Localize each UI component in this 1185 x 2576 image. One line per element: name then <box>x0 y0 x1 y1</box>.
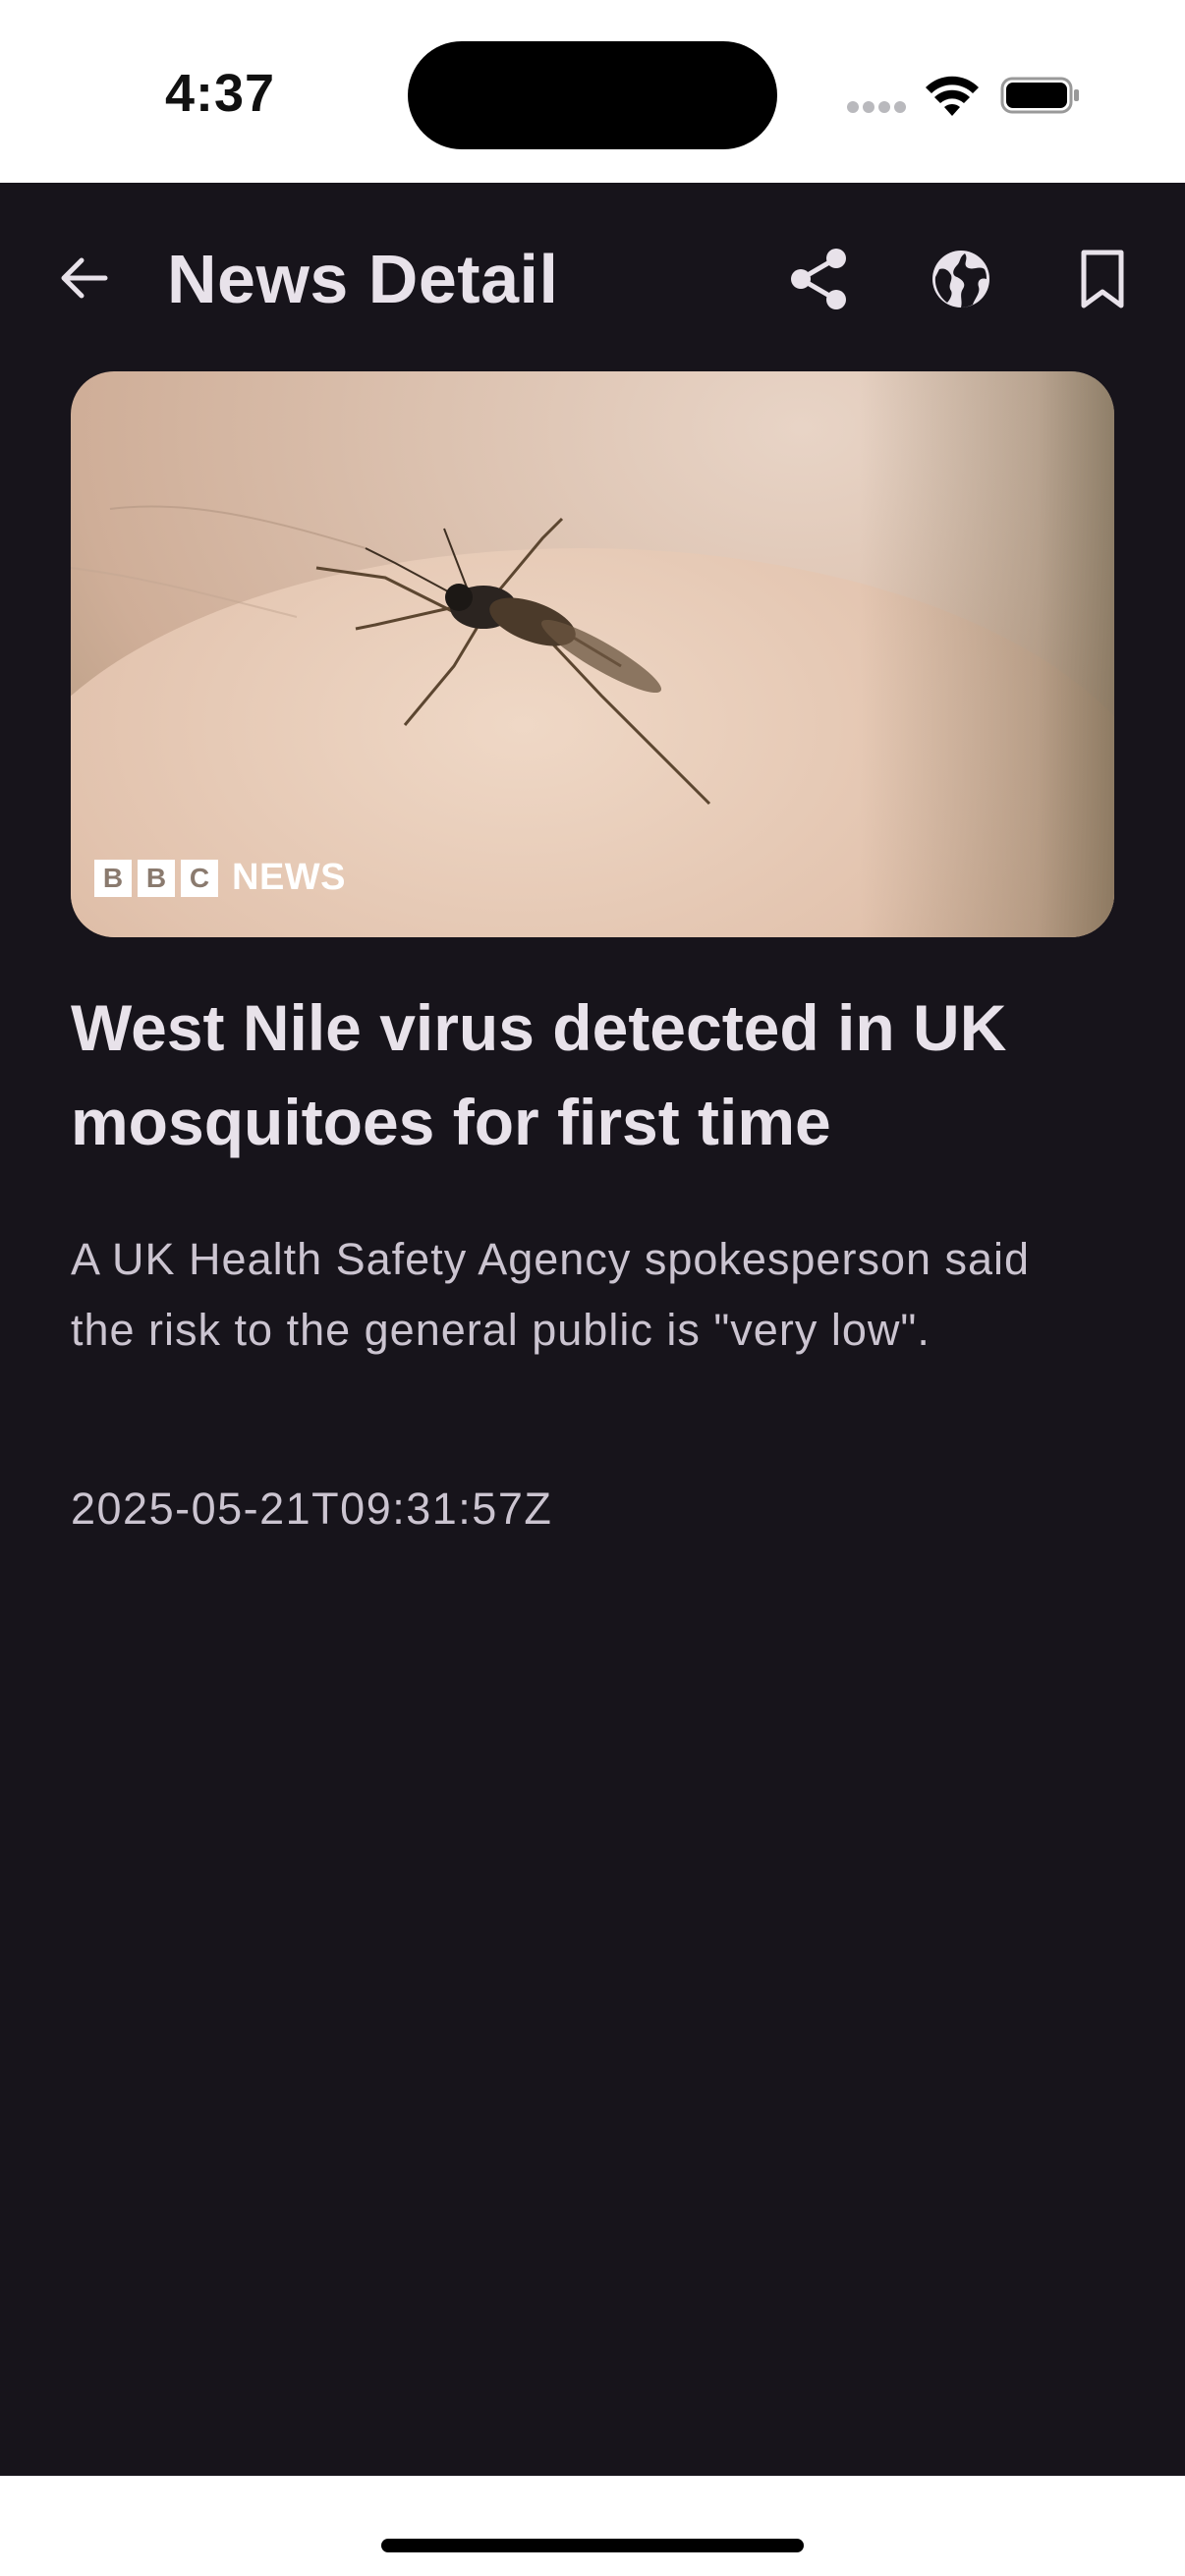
bookmark-icon <box>1081 250 1124 308</box>
article-summary: A UK Health Safety Agency spokesperson s… <box>71 1234 1031 1355</box>
top-app-bar: News Detail <box>0 183 1185 369</box>
share-button[interactable] <box>782 242 857 316</box>
dynamic-island <box>408 41 777 149</box>
page-title: News Detail <box>167 241 559 317</box>
logo-letter-b1: B <box>94 859 132 897</box>
logo-letter-b2: B <box>138 859 175 897</box>
bbc-news-logo: B B C NEWS <box>94 857 346 899</box>
news-detail-screen: News Detail B B C NEWS West Nile virus d… <box>0 183 1185 2476</box>
wifi-icon <box>926 76 979 116</box>
status-bar: 4:37 <box>0 0 1185 183</box>
article-headline: West Nile virus detected in UK mosquitoe… <box>71 991 1007 1158</box>
globe-icon <box>932 251 989 308</box>
bookmark-button[interactable] <box>1065 242 1140 316</box>
arrow-left-icon <box>61 257 108 299</box>
mosquito-image <box>71 505 711 806</box>
open-in-browser-button[interactable] <box>924 242 998 316</box>
logo-letter-c: C <box>181 859 218 897</box>
home-indicator[interactable] <box>381 2539 804 2552</box>
status-time: 4:37 <box>165 64 276 123</box>
battery-icon <box>1000 77 1079 114</box>
share-icon <box>791 249 846 309</box>
back-button[interactable] <box>49 244 118 312</box>
logo-news-text: NEWS <box>232 857 346 898</box>
home-indicator-area <box>0 2476 1185 2576</box>
article-published-date: 2025-05-21T09:31:57Z <box>71 1484 553 1534</box>
article-image: B B C NEWS <box>71 371 1114 937</box>
cellular-signal-icon <box>847 101 908 115</box>
